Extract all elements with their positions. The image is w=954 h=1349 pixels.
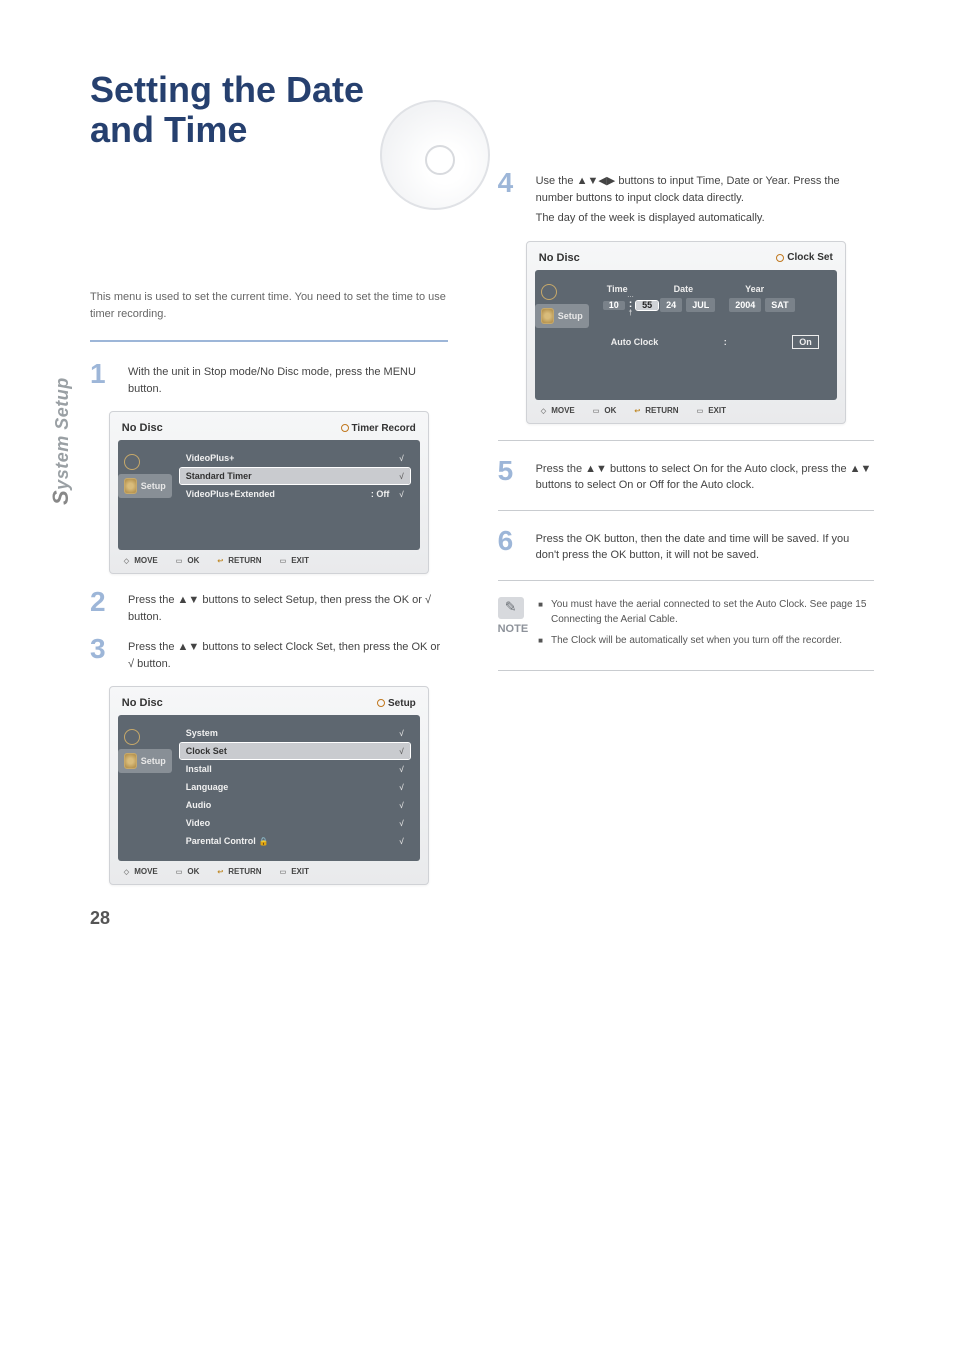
year-cell[interactable]: 2004: [729, 298, 761, 312]
gear-icon: [124, 753, 137, 769]
day-cell[interactable]: 24: [660, 298, 682, 312]
side-tab: System Setup: [48, 377, 74, 505]
return-icon: ↩: [632, 407, 642, 415]
auto-clock-value[interactable]: On: [792, 335, 819, 349]
divider: [90, 340, 448, 342]
exit-icon: ▭: [278, 868, 289, 876]
move-icon: ◇: [122, 868, 131, 876]
tv-screenshot-clock-set: No Disc Clock Set Setup Time Date Yea: [526, 241, 846, 424]
note-icon: [498, 597, 524, 619]
exit-icon: ▭: [278, 557, 289, 565]
move-icon: ◇: [539, 407, 548, 415]
gear-icon: [124, 478, 137, 494]
menu-item-standard-timer[interactable]: Standard Timer√: [180, 468, 410, 484]
menu-item-video[interactable]: Video√: [180, 815, 410, 831]
menu-item-parental[interactable]: Parental Control√: [180, 833, 410, 849]
month-cell[interactable]: JUL: [686, 298, 715, 312]
hour-cell[interactable]: 10: [603, 301, 625, 310]
note-block: NOTE ■You must have the aerial connected…: [498, 597, 874, 654]
tv-screenshot-timer-record: No Disc Timer Record Setup VideoPlus+√ S…: [109, 411, 429, 574]
clock-icon: [541, 284, 557, 300]
return-icon: ↩: [215, 868, 225, 876]
tv-screenshot-setup: No Disc Setup Setup System√ Clock Set√ I…: [109, 686, 429, 885]
step-1: 1 With the unit in Stop mode/No Disc mod…: [90, 360, 448, 397]
step-2: 2 Press the ▲▼ buttons to select Setup, …: [90, 588, 448, 625]
page-title: Setting the Date and Time: [90, 70, 450, 149]
ok-icon: ▭: [174, 868, 185, 876]
menu-item-audio[interactable]: Audio√: [180, 797, 410, 813]
minute-cell[interactable]: 55: [636, 301, 658, 310]
manual-page: System Setup Setting the Date and Time T…: [0, 0, 954, 959]
column-left: This menu is used to set the current tim…: [90, 169, 448, 899]
page-number: 28: [90, 908, 110, 929]
step-6: 6 Press the OK button, then the date and…: [498, 527, 874, 564]
ok-icon: ▭: [591, 407, 602, 415]
move-icon: ◇: [122, 557, 131, 565]
gear-icon: [541, 308, 554, 324]
clock-icon: [124, 729, 140, 745]
menu-item-install[interactable]: Install√: [180, 761, 410, 777]
intro-text: This menu is used to set the current tim…: [90, 289, 448, 322]
lock-icon: [256, 836, 269, 846]
menu-item-videoplus-ext[interactable]: VideoPlus+Extended: Off√: [180, 486, 410, 502]
menu-item-clock-set[interactable]: Clock Set√: [180, 743, 410, 759]
clock-icon: [124, 454, 140, 470]
menu-item-videoplus[interactable]: VideoPlus+√: [180, 450, 410, 466]
step-5: 5 Press the ▲▼ buttons to select On for …: [498, 457, 874, 494]
dow-cell: SAT: [765, 298, 794, 312]
return-icon: ↩: [215, 557, 225, 565]
column-right: 4 Use the ▲▼◀▶ buttons to input Time, Da…: [498, 169, 874, 899]
ok-icon: ▭: [174, 557, 185, 565]
menu-item-language[interactable]: Language√: [180, 779, 410, 795]
step-4: 4 Use the ▲▼◀▶ buttons to input Time, Da…: [498, 169, 874, 227]
exit-icon: ▭: [695, 407, 706, 415]
step-3: 3 Press the ▲▼ buttons to select Clock S…: [90, 635, 448, 672]
menu-item-system[interactable]: System√: [180, 725, 410, 741]
disc-art-icon: [380, 100, 490, 210]
